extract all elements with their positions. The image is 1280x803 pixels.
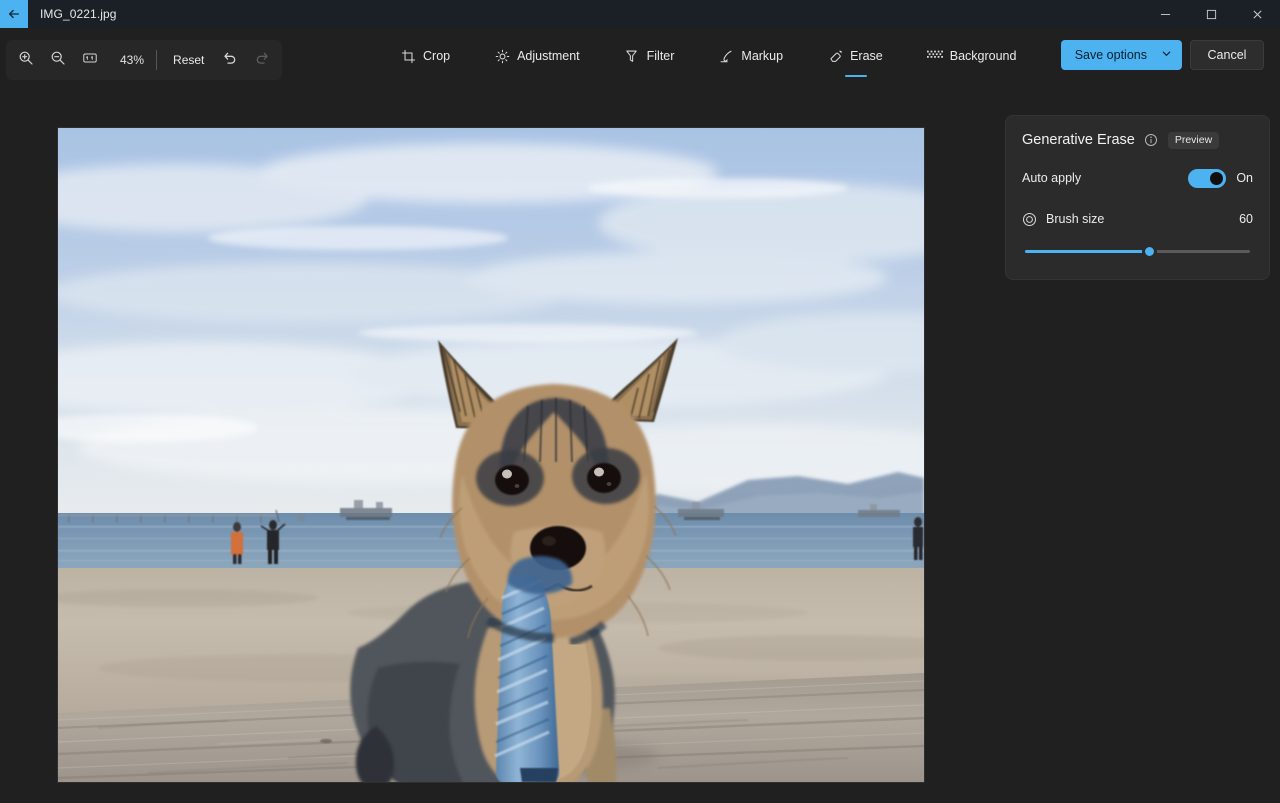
tab-erase[interactable]: Erase	[817, 40, 895, 72]
auto-apply-row: Auto apply On	[1022, 168, 1253, 188]
right-panel: Generative Erase Preview Auto apply On B…	[988, 96, 1280, 803]
one-to-one-icon	[82, 50, 98, 71]
generative-erase-card: Generative Erase Preview Auto apply On B…	[1005, 115, 1270, 280]
editor-canvas[interactable]	[0, 96, 988, 803]
command-bar: 43% Reset Crop Adjustment Filter Markup …	[0, 28, 1280, 96]
minimize-button[interactable]	[1142, 0, 1188, 28]
photo-svg	[58, 128, 924, 782]
brush-size-value: 60	[1239, 212, 1253, 226]
save-options-label: Save options	[1074, 48, 1147, 62]
tool-tabs: Crop Adjustment Filter Markup Erase Back…	[390, 40, 1050, 72]
tab-markup-label: Markup	[741, 49, 784, 63]
brush-size-slider[interactable]	[1022, 243, 1253, 261]
card-header: Generative Erase Preview	[1022, 132, 1253, 149]
toolbar-divider	[156, 50, 158, 70]
tab-markup[interactable]: Markup	[708, 40, 795, 72]
eraser-icon	[827, 48, 843, 64]
redo-icon	[254, 50, 270, 71]
auto-apply-state: On	[1236, 171, 1253, 185]
back-button[interactable]	[0, 0, 28, 28]
tab-crop-label: Crop	[423, 49, 451, 63]
preview-badge: Preview	[1167, 132, 1220, 149]
title-bar: IMG_0221.jpg	[0, 0, 1280, 28]
chevron-down-icon	[1161, 48, 1172, 62]
undo-button[interactable]	[214, 45, 246, 75]
info-icon[interactable]	[1144, 133, 1158, 147]
brightness-icon	[494, 48, 510, 64]
action-buttons: Save options Cancel	[1060, 40, 1264, 70]
brush-size-label: Brush size	[1046, 212, 1105, 226]
crop-icon	[400, 48, 416, 64]
auto-apply-toggle[interactable]	[1188, 168, 1227, 188]
tab-background-label: Background	[949, 49, 1017, 63]
maximize-button[interactable]	[1188, 0, 1234, 28]
zoom-in-button[interactable]	[10, 45, 42, 75]
undo-icon	[222, 50, 238, 71]
tab-crop[interactable]: Crop	[390, 40, 462, 72]
photo-image[interactable]	[58, 128, 924, 782]
slider-fill	[1025, 249, 1153, 253]
panel-title: Generative Erase	[1022, 132, 1135, 149]
brush-size-icon	[1022, 212, 1037, 227]
tab-filter[interactable]: Filter	[614, 40, 687, 72]
tab-background[interactable]: Background	[917, 40, 1029, 72]
redo-button[interactable]	[246, 45, 278, 75]
brush-size-row: Brush size 60	[1022, 212, 1253, 227]
tab-adjustment[interactable]: Adjustment	[484, 40, 592, 72]
arrow-left-icon	[7, 7, 21, 21]
slider-thumb[interactable]	[1142, 243, 1158, 259]
toggle-knob	[1210, 171, 1224, 185]
auto-apply-label: Auto apply	[1022, 171, 1082, 185]
zoom-level-label[interactable]: 43%	[106, 53, 154, 67]
tab-erase-label: Erase	[850, 49, 883, 63]
zoom-out-button[interactable]	[42, 45, 74, 75]
window-title: IMG_0221.jpg	[40, 7, 117, 21]
zoom-in-icon	[18, 50, 34, 71]
reset-button[interactable]: Reset	[163, 47, 214, 73]
zoom-toolbar: 43% Reset	[6, 40, 283, 80]
window-controls	[1142, 0, 1280, 28]
save-options-button[interactable]: Save options	[1060, 40, 1182, 70]
zoom-out-icon	[50, 50, 66, 71]
filter-icon	[624, 48, 640, 64]
tab-filter-label: Filter	[646, 49, 675, 63]
pen-icon	[718, 48, 734, 64]
close-button[interactable]	[1234, 0, 1280, 28]
actual-size-button[interactable]	[74, 45, 106, 75]
cancel-button[interactable]: Cancel	[1190, 40, 1264, 70]
background-icon	[926, 48, 943, 64]
tab-adjustment-label: Adjustment	[517, 49, 580, 63]
